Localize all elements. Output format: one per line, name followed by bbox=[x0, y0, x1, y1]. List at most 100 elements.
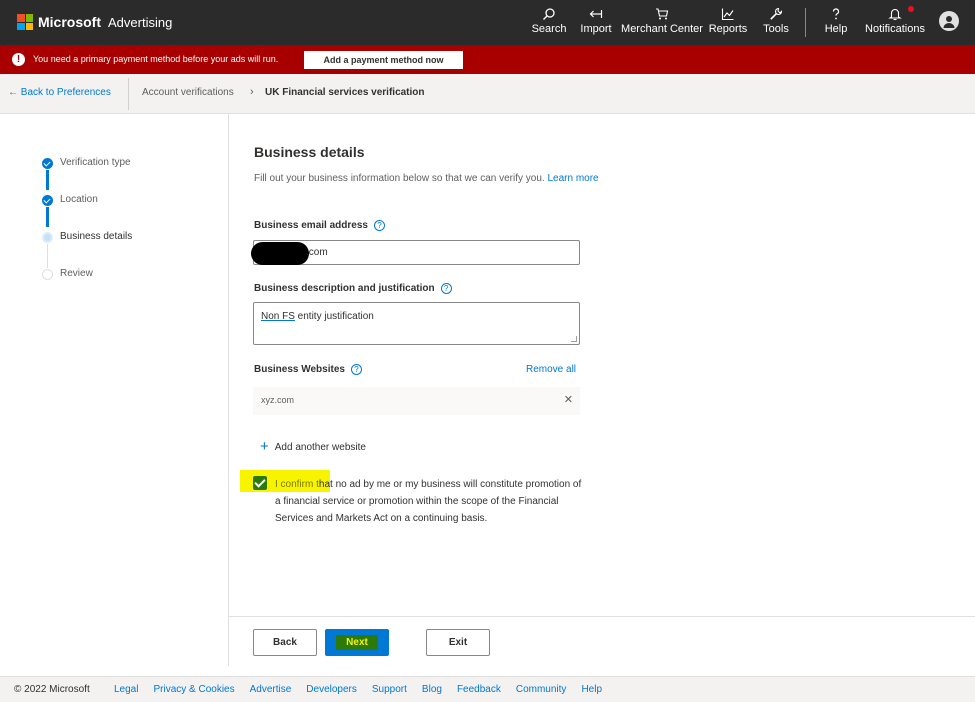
nav-merchant-label: Merchant Center bbox=[621, 23, 703, 35]
email-value: .com bbox=[306, 247, 328, 258]
footer-link-advertise[interactable]: Advertise bbox=[250, 684, 292, 695]
payment-alert-bar: ! You need a primary payment method befo… bbox=[0, 45, 975, 74]
website-list-item: xyz.com ✕ bbox=[253, 387, 580, 415]
import-icon bbox=[589, 10, 603, 18]
nav-reports-label: Reports bbox=[708, 23, 748, 35]
footer-link-feedback[interactable]: Feedback bbox=[457, 684, 501, 695]
footer-link-community[interactable]: Community bbox=[516, 684, 567, 695]
footer-link-developers[interactable]: Developers bbox=[306, 684, 357, 695]
plus-icon: + bbox=[260, 438, 269, 455]
microsoft-logo-icon bbox=[17, 14, 33, 30]
confirm-statement: I confirm that no ad by me or my busines… bbox=[275, 476, 585, 527]
description-textarea[interactable]: Non FS entity justification bbox=[253, 302, 580, 345]
nav-notifications[interactable]: Notifications bbox=[862, 0, 928, 45]
form-subtitle: Fill out your business information below… bbox=[254, 173, 599, 184]
learn-more-link[interactable]: Learn more bbox=[547, 173, 598, 184]
website-value: xyz.com bbox=[261, 395, 295, 405]
breadcrumb: ← Back to Preferences Account verificati… bbox=[0, 74, 975, 114]
nav-merchant-center[interactable]: Merchant Center bbox=[620, 0, 704, 45]
next-button[interactable]: Next bbox=[325, 629, 389, 656]
breadcrumb-account-verifications[interactable]: Account verifications bbox=[142, 87, 234, 98]
step-pending-icon bbox=[42, 269, 53, 280]
footer-link-blog[interactable]: Blog bbox=[422, 684, 442, 695]
nav-reports[interactable]: Reports bbox=[707, 0, 749, 45]
chevron-right-icon: › bbox=[250, 86, 254, 98]
cart-icon bbox=[656, 8, 669, 20]
email-label: Business email address ? bbox=[254, 220, 385, 231]
chart-icon bbox=[721, 8, 734, 21]
step-location[interactable]: Location bbox=[60, 194, 98, 205]
description-value: Non FS entity justification bbox=[261, 311, 374, 322]
user-icon bbox=[943, 16, 955, 28]
description-value-part2: entity justification bbox=[294, 311, 374, 322]
confirm-checkbox[interactable] bbox=[253, 476, 267, 490]
breadcrumb-current: UK Financial services verification bbox=[265, 87, 425, 98]
alert-icon: ! bbox=[12, 53, 25, 66]
back-to-preferences-link[interactable]: ← Back to Preferences bbox=[8, 87, 111, 98]
step-review: Review bbox=[60, 268, 93, 279]
remove-all-link[interactable]: Remove all bbox=[526, 364, 576, 375]
alert-message: You need a primary payment method before… bbox=[33, 54, 279, 64]
exit-button[interactable]: Exit bbox=[426, 629, 490, 656]
breadcrumb-divider bbox=[128, 78, 129, 110]
content-divider bbox=[228, 114, 229, 666]
nav-help[interactable]: Help bbox=[819, 0, 853, 45]
brand-name: Microsoft bbox=[38, 14, 101, 30]
question-icon bbox=[832, 8, 840, 20]
back-link-label: Back to Preferences bbox=[20, 87, 111, 98]
add-website-button[interactable]: + Add another website bbox=[260, 439, 366, 455]
search-icon bbox=[543, 8, 555, 20]
nav-help-label: Help bbox=[824, 23, 848, 35]
step-connector bbox=[46, 207, 49, 227]
step-current-icon bbox=[42, 232, 53, 243]
next-button-label: Next bbox=[336, 635, 378, 650]
form-subtitle-text: Fill out your business information below… bbox=[254, 173, 545, 184]
step-business-details: Business details bbox=[60, 231, 133, 242]
close-icon[interactable]: ✕ bbox=[564, 393, 573, 406]
notification-badge bbox=[908, 6, 914, 12]
resize-handle[interactable] bbox=[571, 336, 577, 342]
nav-search-label: Search bbox=[531, 23, 567, 35]
copyright: © 2022 Microsoft bbox=[14, 684, 90, 695]
footer-divider bbox=[229, 616, 975, 617]
add-payment-method-button[interactable]: Add a payment method now bbox=[304, 51, 463, 69]
description-value-part1: Non FS bbox=[261, 311, 295, 322]
step-connector bbox=[46, 170, 49, 190]
description-label: Business description and justification ? bbox=[254, 283, 452, 294]
brand-product: Advertising bbox=[108, 14, 173, 30]
avatar[interactable] bbox=[939, 11, 959, 31]
footer-links: Legal Privacy & Cookies Advertise Develo… bbox=[114, 684, 602, 695]
back-button[interactable]: Back bbox=[253, 629, 317, 656]
bell-icon bbox=[888, 8, 902, 21]
footer-link-privacy[interactable]: Privacy & Cookies bbox=[153, 684, 234, 695]
help-icon[interactable]: ? bbox=[440, 283, 452, 294]
page-footer: © 2022 Microsoft Legal Privacy & Cookies… bbox=[0, 676, 975, 702]
nav-tools[interactable]: Tools bbox=[758, 0, 794, 45]
nav-search[interactable]: Search bbox=[532, 0, 566, 45]
help-icon[interactable]: ? bbox=[350, 364, 362, 375]
wrench-icon bbox=[770, 7, 783, 20]
arrow-left-icon: ← bbox=[8, 87, 21, 98]
footer-link-legal[interactable]: Legal bbox=[114, 684, 138, 695]
add-website-label: Add another website bbox=[274, 441, 366, 453]
step-verification-type[interactable]: Verification type bbox=[60, 157, 131, 168]
nav-notifications-label: Notifications bbox=[865, 23, 925, 35]
nav-import-label: Import bbox=[580, 23, 612, 35]
nav-import[interactable]: Import bbox=[577, 0, 615, 45]
step-complete-icon bbox=[42, 158, 53, 169]
nav-divider bbox=[805, 8, 806, 37]
confirm-statement-highlighted: I confirm t bbox=[275, 479, 319, 490]
footer-link-support[interactable]: Support bbox=[372, 684, 407, 695]
progress-stepper bbox=[0, 114, 228, 666]
redaction-mark bbox=[251, 242, 309, 265]
email-field[interactable]: .com bbox=[251, 240, 580, 265]
email-label-text: Business email address bbox=[254, 220, 368, 231]
description-label-text: Business description and justification bbox=[254, 283, 435, 294]
brand[interactable]: Microsoft Advertising bbox=[17, 13, 172, 31]
top-nav-bar: Microsoft Advertising Search Import Merc… bbox=[0, 0, 975, 45]
page-title: Business details bbox=[254, 144, 365, 160]
step-connector bbox=[47, 244, 48, 268]
help-icon[interactable]: ? bbox=[373, 220, 385, 231]
footer-link-help[interactable]: Help bbox=[581, 684, 602, 695]
nav-tools-label: Tools bbox=[763, 23, 789, 35]
